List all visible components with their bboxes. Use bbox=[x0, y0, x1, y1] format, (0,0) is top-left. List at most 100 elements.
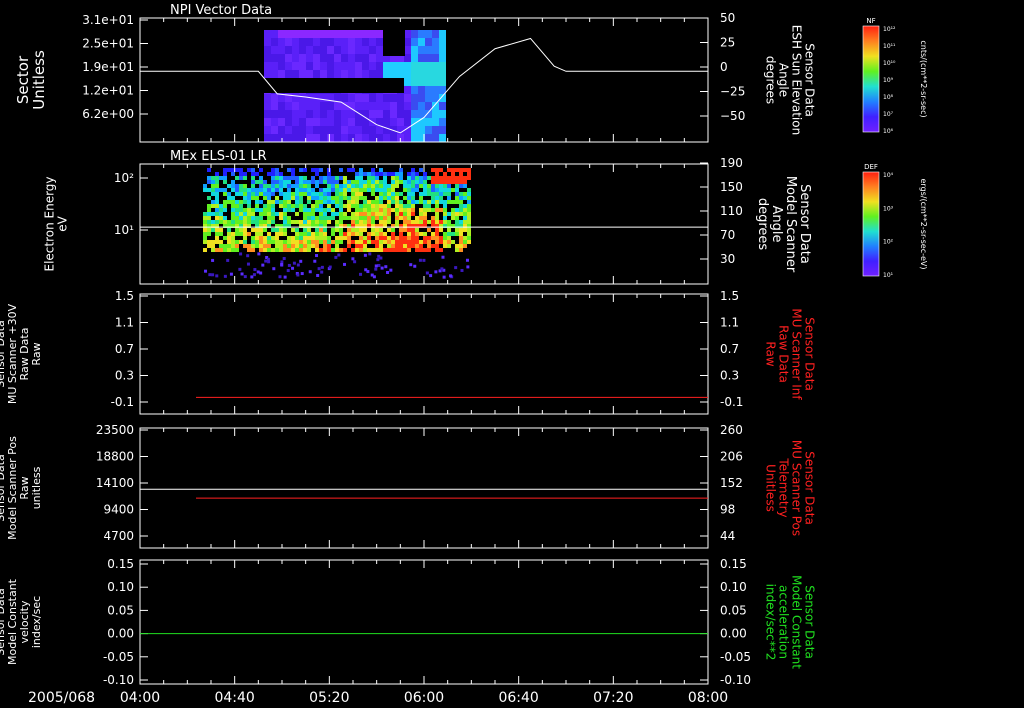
els-cell bbox=[239, 188, 243, 192]
npi-cell bbox=[390, 118, 397, 126]
els-cell bbox=[467, 236, 471, 240]
els-cell bbox=[351, 168, 355, 172]
els-cell bbox=[439, 180, 443, 184]
npi-cell bbox=[348, 62, 355, 70]
els-cell bbox=[455, 228, 459, 232]
colorbar-unit-text: ergs/(cm**2-sr-sec-eV) bbox=[919, 178, 928, 269]
npi-cell bbox=[397, 118, 404, 126]
els-cell bbox=[443, 208, 447, 212]
els-scatter bbox=[454, 266, 458, 270]
els-cell bbox=[207, 208, 211, 212]
npi-cell bbox=[320, 30, 327, 38]
els-cell bbox=[431, 180, 435, 184]
els-scatter bbox=[299, 259, 303, 263]
els-cell bbox=[235, 204, 239, 208]
els-cell bbox=[247, 232, 251, 236]
npi-cell bbox=[334, 54, 341, 62]
els-scatter bbox=[370, 273, 374, 277]
npi-cell bbox=[292, 38, 299, 46]
y-tick-label-right: 50 bbox=[720, 11, 735, 25]
npi-cell bbox=[432, 102, 439, 110]
npi-cell bbox=[432, 110, 439, 118]
npi-cell bbox=[348, 126, 355, 134]
els-cell bbox=[347, 244, 351, 248]
npi-cell bbox=[306, 102, 313, 110]
els-cell bbox=[311, 204, 315, 208]
els-cell bbox=[323, 216, 327, 220]
npi-cell bbox=[390, 110, 397, 118]
els-cell bbox=[239, 216, 243, 220]
npi-cell bbox=[264, 30, 271, 38]
els-cell bbox=[275, 172, 279, 176]
els-cell bbox=[371, 200, 375, 204]
els-cell bbox=[295, 236, 299, 240]
els-cell bbox=[243, 228, 247, 232]
els-cell bbox=[383, 192, 387, 196]
els-cell bbox=[375, 180, 379, 184]
npi-cell bbox=[264, 62, 271, 70]
npi-cell bbox=[418, 54, 425, 62]
els-cell bbox=[467, 172, 471, 176]
els-cell bbox=[291, 248, 295, 252]
els-scatter bbox=[246, 254, 250, 258]
npi-cell bbox=[320, 54, 327, 62]
els-cell bbox=[359, 204, 363, 208]
els-cell bbox=[327, 192, 331, 196]
left-axis-label-line: Unitless bbox=[30, 50, 48, 110]
els-cell bbox=[227, 192, 231, 196]
colorbar-tick: 10⁷ bbox=[883, 111, 894, 118]
npi-cell bbox=[425, 94, 432, 102]
els-cell bbox=[243, 236, 247, 240]
els-cell bbox=[431, 196, 435, 200]
els-scatter bbox=[229, 272, 233, 276]
y-tick-label-right: 110 bbox=[720, 204, 743, 218]
els-cell bbox=[459, 196, 463, 200]
els-cell bbox=[463, 216, 467, 220]
npi-cell bbox=[341, 62, 348, 70]
els-cell bbox=[319, 200, 323, 204]
els-cell bbox=[407, 232, 411, 236]
els-cell bbox=[303, 208, 307, 212]
y-tick-label: 10² bbox=[114, 171, 134, 185]
els-cell bbox=[331, 228, 335, 232]
els-cell bbox=[435, 172, 439, 176]
npi-cell bbox=[292, 134, 299, 142]
npi-cell bbox=[404, 78, 411, 86]
els-cell bbox=[299, 196, 303, 200]
els-cell bbox=[371, 184, 375, 188]
els-cell bbox=[383, 184, 387, 188]
els-cell bbox=[227, 220, 231, 224]
els-cell bbox=[443, 204, 447, 208]
els-cell bbox=[387, 200, 391, 204]
els-scatter bbox=[359, 272, 363, 276]
npi-cell bbox=[264, 46, 271, 54]
els-cell bbox=[379, 228, 383, 232]
els-cell bbox=[227, 244, 231, 248]
colorbar-tick: 10⁶ bbox=[883, 128, 894, 135]
els-cell bbox=[323, 208, 327, 212]
els-cell bbox=[283, 240, 287, 244]
els-cell bbox=[283, 232, 287, 236]
npi-cell bbox=[320, 118, 327, 126]
npi-gap bbox=[264, 78, 404, 93]
els-cell bbox=[291, 168, 295, 172]
els-cell bbox=[415, 216, 419, 220]
els-cell bbox=[203, 232, 207, 236]
els-scatter bbox=[376, 258, 380, 262]
els-scatter bbox=[434, 270, 438, 274]
els-cell bbox=[423, 216, 427, 220]
els-cell bbox=[355, 192, 359, 196]
els-cell bbox=[463, 184, 467, 188]
els-cell bbox=[315, 220, 319, 224]
els-cell bbox=[315, 208, 319, 212]
els-cell bbox=[327, 240, 331, 244]
els-cell bbox=[387, 244, 391, 248]
els-cell bbox=[203, 212, 207, 216]
els-cell bbox=[311, 212, 315, 216]
els-cell bbox=[299, 244, 303, 248]
els-cell bbox=[339, 216, 343, 220]
els-cell bbox=[403, 216, 407, 220]
els-cell bbox=[311, 196, 315, 200]
els-cell bbox=[391, 244, 395, 248]
els-cell bbox=[239, 232, 243, 236]
